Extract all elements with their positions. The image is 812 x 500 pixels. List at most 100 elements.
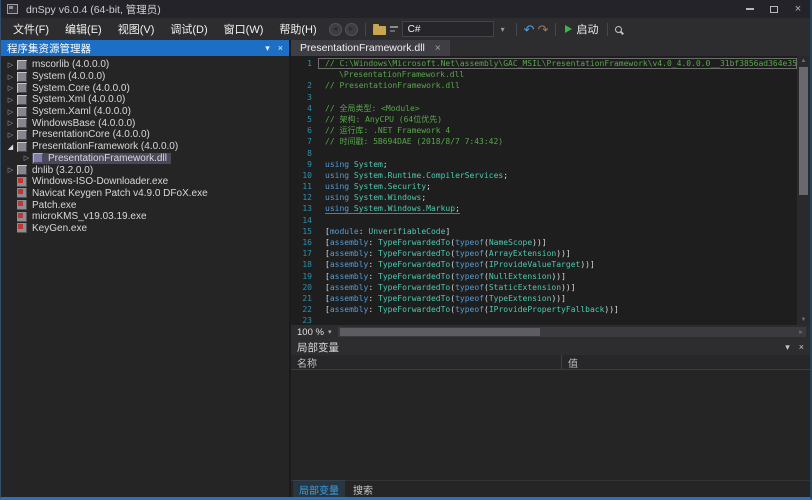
tree-item-labelwrap[interactable]: KeyGen.exe [16, 223, 91, 234]
tree-item-label: Windows-ISO-Downloader.exe [32, 176, 168, 187]
chevron-collapsed-icon[interactable]: ▷ [5, 84, 16, 92]
chevron-expanded-icon[interactable]: ◢ [5, 143, 16, 151]
locals-panel-body[interactable] [291, 370, 810, 480]
code-line: 23 [291, 315, 797, 325]
locals-menu-icon[interactable]: ▾ [785, 342, 790, 353]
tree-item[interactable]: ▷PresentationCore (4.0.0.0) [1, 129, 289, 141]
tree-item-labelwrap[interactable]: System.Xml (4.0.0.0) [16, 94, 129, 105]
tree-item-label: mscorlib (4.0.0.0) [32, 59, 109, 70]
code-line-text [318, 92, 797, 103]
tree-item-labelwrap[interactable]: Windows-ISO-Downloader.exe [16, 176, 172, 187]
menu-item-4[interactable]: 调试(D) [162, 18, 215, 40]
chevron-collapsed-icon[interactable]: ▷ [5, 119, 16, 127]
chevron-collapsed-icon[interactable]: ▷ [5, 131, 16, 139]
tree-item-label: System (4.0.0.0) [32, 71, 105, 82]
navigate-back-icon[interactable]: ◂ [329, 23, 342, 36]
open-file-icon[interactable] [373, 26, 386, 35]
chevron-collapsed-icon[interactable]: ▷ [5, 73, 16, 81]
panel-close-icon[interactable]: × [278, 43, 283, 53]
tree-item[interactable]: KeyGen.exe [1, 223, 289, 235]
menubar: 文件(F)编辑(E)视图(V)调试(D)窗口(W)帮助(H) ◂ ▸ C# ▾ … [1, 18, 810, 40]
tree-item[interactable]: ▷System.Xaml (4.0.0.0) [1, 106, 289, 118]
locals-close-icon[interactable]: × [799, 342, 804, 352]
horizontal-scrollbar[interactable]: ▸ [338, 327, 806, 337]
vertical-scrollbar[interactable]: ▲ ▼ [797, 56, 810, 325]
chevron-collapsed-icon[interactable]: ▷ [5, 96, 16, 104]
line-number: 1 [291, 58, 318, 69]
code-editor[interactable]: 1// C:\Windows\Microsoft.Net\assembly\GA… [291, 56, 810, 325]
tree-item-labelwrap[interactable]: PresentationFramework (4.0.0.0) [16, 141, 182, 152]
code-line-text [318, 215, 797, 226]
line-number: 13 [291, 203, 318, 214]
column-header-name[interactable]: 名称 [291, 355, 561, 369]
tree-item-labelwrap[interactable]: System.Core (4.0.0.0) [16, 83, 134, 94]
code-line-text: // 全局类型: <Module> [318, 103, 797, 114]
tab-close-icon[interactable]: × [435, 43, 441, 54]
search-icon[interactable] [615, 26, 622, 33]
assembly-explorer-panel: 程序集资源管理器 ▾ × ▷mscorlib (4.0.0.0)▷System … [1, 40, 289, 497]
undo-icon[interactable]: ↶ [524, 23, 535, 36]
zoom-dropdown-icon[interactable]: ▾ [328, 328, 332, 336]
menu-item-1[interactable]: 文件(F) [5, 18, 57, 40]
tree-item-labelwrap[interactable]: microKMS_v19.03.19.exe [16, 211, 151, 222]
tree-item-labelwrap[interactable]: Patch.exe [16, 200, 80, 211]
tree-item-labelwrap[interactable]: PresentationFramework.dll [32, 153, 171, 164]
language-select[interactable]: C# [402, 21, 494, 37]
document-tab[interactable]: PresentationFramework.dll × [291, 40, 450, 56]
tree-item-labelwrap[interactable]: System (4.0.0.0) [16, 71, 109, 82]
tree-item[interactable]: microKMS_v19.03.19.exe [1, 211, 289, 223]
assembly-icon [17, 107, 27, 117]
maximize-button[interactable] [762, 0, 786, 18]
close-button[interactable]: × [786, 0, 810, 18]
chevron-collapsed-icon[interactable]: ▷ [5, 61, 16, 69]
tree-item[interactable]: ▷dnlib (3.2.0.0) [1, 164, 289, 176]
tree-item[interactable]: ◢PresentationFramework (4.0.0.0) [1, 141, 289, 153]
bottom-tab-2[interactable]: 搜索 [347, 480, 379, 499]
tree-item-labelwrap[interactable]: mscorlib (4.0.0.0) [16, 59, 113, 70]
menu-item-2[interactable]: 编辑(E) [57, 18, 110, 40]
tree-item-labelwrap[interactable]: dnlib (3.2.0.0) [16, 165, 97, 176]
redo-icon[interactable]: ↷ [538, 23, 549, 36]
scroll-up-icon[interactable]: ▲ [797, 56, 810, 66]
toolbar-separator [555, 23, 556, 36]
tree-item[interactable]: Navicat Keygen Patch v4.9.0 DFoX.exe [1, 188, 289, 200]
navigate-forward-icon[interactable]: ▸ [345, 23, 358, 36]
line-number: 3 [291, 92, 318, 103]
chevron-collapsed-icon[interactable]: ▷ [5, 108, 16, 116]
start-button[interactable]: 启动 [563, 21, 600, 37]
menu-item-6[interactable]: 帮助(H) [271, 18, 324, 40]
tree-item-label: Navicat Keygen Patch v4.9.0 DFoX.exe [32, 188, 208, 199]
tree-item-labelwrap[interactable]: PresentationCore (4.0.0.0) [16, 129, 154, 140]
tree-item[interactable]: ▷System.Xml (4.0.0.0) [1, 94, 289, 106]
chevron-collapsed-icon[interactable]: ▷ [5, 166, 16, 174]
tree-item-labelwrap[interactable]: Navicat Keygen Patch v4.9.0 DFoX.exe [16, 188, 212, 199]
toolbar-separator [365, 23, 366, 36]
zoom-level[interactable]: 100 % [297, 327, 324, 338]
scroll-down-icon[interactable]: ▼ [797, 315, 810, 325]
code-line: \PresentationFramework.dll [291, 69, 797, 80]
tree-item[interactable]: ▷PresentationFramework.dll [1, 153, 289, 165]
vertical-scrollbar-thumb[interactable] [799, 67, 808, 195]
horizontal-scrollbar-thumb[interactable] [340, 328, 540, 336]
tree-item[interactable]: ▷System.Core (4.0.0.0) [1, 82, 289, 94]
tree-item[interactable]: Windows-ISO-Downloader.exe [1, 176, 289, 188]
assembly-icon [17, 83, 27, 93]
menu-item-5[interactable]: 窗口(W) [216, 18, 272, 40]
tree-item-labelwrap[interactable]: System.Xaml (4.0.0.0) [16, 106, 135, 117]
chevron-collapsed-icon[interactable]: ▷ [21, 154, 32, 162]
bottom-tab-1[interactable]: 局部变量 [293, 480, 345, 499]
tree-item[interactable]: ▷WindowsBase (4.0.0.0) [1, 117, 289, 129]
scroll-right-icon[interactable]: ▸ [796, 327, 806, 337]
tree-item[interactable]: ▷ System (4.0.0.0) [1, 71, 289, 83]
menu-item-3[interactable]: 视图(V) [110, 18, 163, 40]
word-wrap-icon[interactable] [389, 24, 399, 34]
tree-item[interactable]: ▷ mscorlib (4.0.0.0) [1, 59, 289, 71]
column-header-value[interactable]: 值 [562, 355, 810, 369]
tree-item[interactable]: Patch.exe [1, 199, 289, 211]
panel-menu-icon[interactable]: ▾ [265, 43, 270, 54]
language-select-dropdown-icon[interactable]: ▾ [497, 25, 509, 34]
minimize-button[interactable] [738, 0, 762, 18]
tree-item-labelwrap[interactable]: WindowsBase (4.0.0.0) [16, 118, 139, 129]
code-line-text: using System.Runtime.CompilerServices; [318, 170, 797, 181]
assembly-icon [17, 118, 27, 128]
